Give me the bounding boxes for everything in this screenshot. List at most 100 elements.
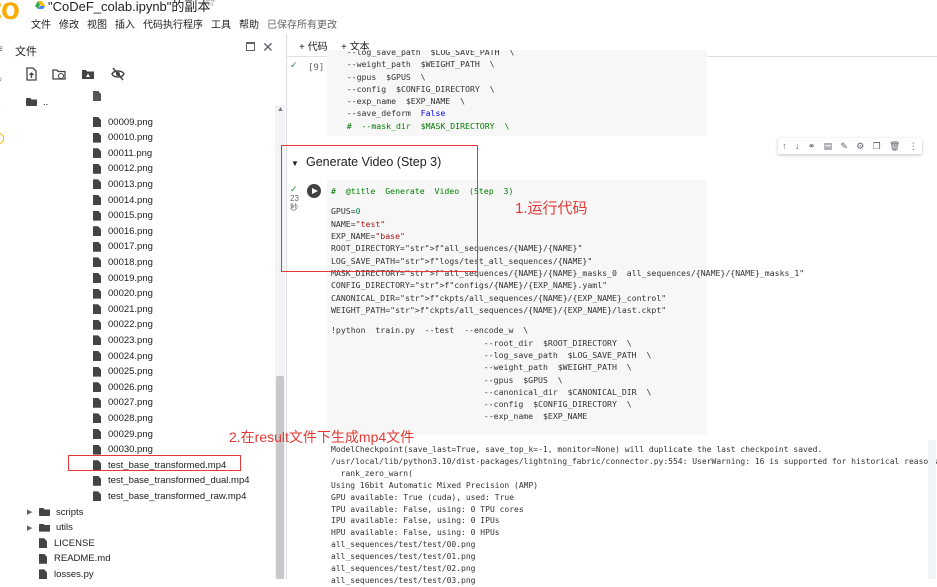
hide-files-icon[interactable] [111,67,125,81]
mirror-cell-icon[interactable]: ❐ [873,141,881,152]
file-item[interactable]: 00028.png [93,410,153,426]
file-icon [93,91,101,101]
code-line: --canonical_dir $CANONICAL_DIR \ [331,386,804,398]
code-line: --log_save_path $LOG_SAVE_PATH \ [327,50,514,58]
file-item[interactable]: 00029.png [93,426,153,442]
comment-icon[interactable]: ▤ [824,141,833,152]
more-vert-icon[interactable]: ⋮ [909,141,918,152]
file-icon [93,491,101,501]
annotation-box-run-code [281,145,478,272]
file-item[interactable]: 00015.png [93,208,153,224]
file-name: 00009.png [108,117,153,128]
file-item[interactable]: 00022.png [93,317,153,333]
notebook-title[interactable]: "CoDeF_colab.ipynb"的副本 [48,0,210,15]
menu-edit[interactable]: 修改 [59,16,79,30]
file-name: 00021.png [108,304,153,315]
file-item[interactable]: 00018.png [93,254,153,270]
upload-file-icon[interactable] [24,67,38,81]
file-item[interactable]: 00021.png [93,301,153,317]
files-panel-title: 文件 [15,43,37,59]
output-scrollbar[interactable] [928,440,936,579]
file-item[interactable]: 00016.png [93,223,153,239]
file-item[interactable]: 00017.png [93,239,153,255]
file-item[interactable]: 00019.png [93,270,153,286]
folder-item[interactable]: ▶utils [27,520,73,536]
expand-caret-icon[interactable]: ▶ [27,524,39,532]
file-name: 00020.png [108,288,153,299]
code-line: --weight_path $WEIGHT_PATH \ [331,361,804,373]
file-item[interactable]: 00026.png [93,379,153,395]
menu-insert[interactable]: 插入 [115,16,135,30]
edit-icon[interactable]: ✎ [840,141,848,152]
file-item[interactable]: 00020.png [93,286,153,302]
files-scrollbar-thumb[interactable] [276,376,284,579]
move-down-icon[interactable]: ↓ [795,141,800,151]
file-item[interactable]: 00012.png [93,161,153,177]
expand-caret-icon[interactable]: ▶ [27,508,39,516]
colab-logo[interactable]: CO [0,0,19,25]
file-item[interactable]: test_base_transformed_raw.mp4 [93,488,246,504]
menu-runtime[interactable]: 代码执行程序 [143,16,203,30]
file-name: 00024.png [108,351,153,362]
move-up-icon[interactable]: ↑ [782,141,787,151]
file-name: README.md [54,553,110,564]
file-item[interactable]: losses.py [39,566,94,579]
code-line: IPU available: False, using: 0 IPUs [331,515,937,527]
file-icon [93,367,101,377]
maximize-icon[interactable] [246,42,255,51]
settings-gear-icon[interactable]: ⚙ [856,141,864,152]
file-item[interactable]: 00027.png [93,395,153,411]
add-code-button[interactable]: + 代码 [299,38,328,53]
file-item[interactable]: 00010.png [93,130,153,146]
file-name: 00011.png [108,148,152,159]
file-item[interactable]: test_base_transformed_dual.mp4 [93,473,250,489]
file-icon [93,289,101,299]
close-icon[interactable]: ✕ [262,39,274,56]
cell-execution-count[interactable]: [9] [308,63,324,73]
menu-view[interactable]: 视图 [87,16,107,30]
refresh-folder-icon[interactable] [52,67,66,81]
mount-drive-icon[interactable] [81,67,95,81]
menu-file[interactable]: 文件 [31,16,51,30]
file-item[interactable]: 00023.png [93,332,153,348]
menu-help[interactable]: 帮助 [239,16,259,30]
file-name: 00019.png [108,273,153,284]
scroll-up-icon[interactable]: ▲ [277,106,284,113]
annotation-step1: 1.运行代码 [515,197,588,218]
folder-item[interactable]: ▶ scripts [27,504,83,520]
file-name: 00029.png [108,429,153,440]
file-icon [93,304,101,314]
file-tree: .. 00009.png00010.png00011.png00012.png0… [0,90,286,579]
file-item[interactable]: 00013.png [93,176,153,192]
list-item[interactable] [93,90,108,104]
file-item[interactable]: LICENSE [39,535,95,551]
panel-divider[interactable] [286,34,287,579]
file-item[interactable]: 00014.png [93,192,153,208]
code-cell-1[interactable]: --log_save_path $LOG_SAVE_PATH \ --weigh… [327,50,707,136]
code-line: --gpus $GPUS \ [331,374,804,386]
delete-icon[interactable]: 🗑 [889,141,900,152]
file-item[interactable]: 00024.png [93,348,153,364]
file-item[interactable]: 00009.png [93,114,153,130]
file-icon [93,226,101,236]
file-name: scripts [56,507,83,518]
save-status[interactable]: 已保存所有更改 [267,16,337,30]
file-name: 00027.png [108,397,153,408]
file-name: test_base_transformed_dual.mp4 [108,475,250,486]
file-item[interactable]: 00025.png [93,364,153,380]
star-icon[interactable]: ☆ [205,0,216,9]
menu-icon[interactable]: ≡ [0,44,3,55]
file-icon [39,538,47,548]
code-line: all_sequences/test/test/01.png [331,551,937,563]
link-icon[interactable]: ⚭ [808,141,816,152]
menu-tools[interactable]: 工具 [211,16,231,30]
cell-toolbar: ↑ ↓ ⚭ ▤ ✎ ⚙ ❐ 🗑 ⋮ [778,138,922,154]
file-item[interactable]: 00011.png [93,145,152,161]
file-name: LICENSE [54,538,95,549]
code-line [331,316,804,324]
file-item[interactable]: README.md [39,551,110,567]
search-icon[interactable]: ⌕ [0,74,3,85]
file-icon [93,164,101,174]
parent-directory[interactable]: .. [26,94,48,110]
file-name: 00030.png [108,444,153,455]
